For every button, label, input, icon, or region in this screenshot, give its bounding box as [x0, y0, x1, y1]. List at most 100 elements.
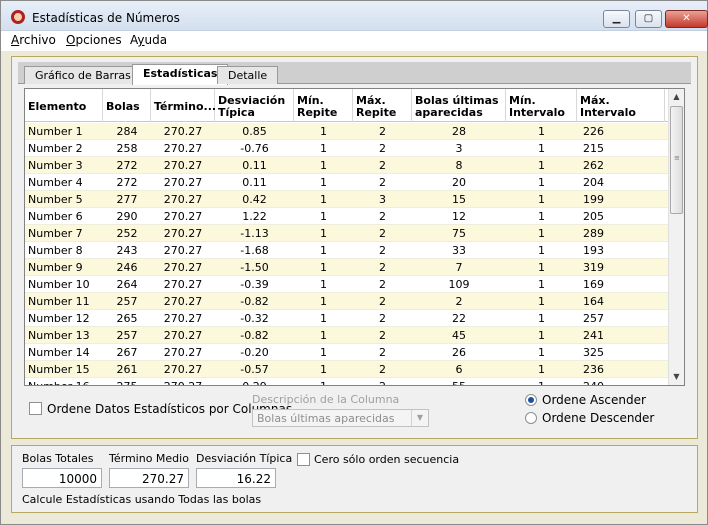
- table-row[interactable]: Number 12 265 270.27 -0.32 1 2 22 1 257: [25, 310, 669, 327]
- table-cell: 2: [379, 295, 386, 308]
- table-cell: 270.27: [163, 278, 203, 291]
- column-header[interactable]: Término...: [151, 89, 216, 122]
- sort-by-columns-checkbox[interactable]: [29, 402, 42, 415]
- column-header[interactable]: Mín. Repite: [294, 89, 353, 122]
- table-cell: 270.27: [163, 363, 203, 376]
- table-row[interactable]: Number 3 272 270.27 0.11 1 2 8 1 262: [25, 157, 669, 174]
- table-cell: 1: [320, 261, 327, 274]
- table-cell: 1: [320, 125, 327, 138]
- table-row[interactable]: Number 14 267 270.27 -0.20 1 2 26 1 325: [25, 344, 669, 361]
- zero-sequence-checkbox[interactable]: [297, 453, 310, 466]
- table-cell: 272: [116, 176, 138, 189]
- table-cell: 8: [455, 159, 463, 172]
- table-cell: 1: [538, 227, 545, 240]
- table-cell: -1.50: [240, 261, 269, 274]
- table-cell: 1: [538, 312, 545, 325]
- table-cell: 270.27: [163, 295, 203, 308]
- table-cell: 2: [379, 312, 386, 325]
- table-row[interactable]: Number 1 284 270.27 0.85 1 2 28 1 226: [25, 123, 669, 140]
- column-header[interactable]: Desviación Típica: [215, 89, 294, 122]
- scroll-down-icon[interactable]: ▼: [669, 369, 684, 385]
- table-cell: 0.29: [215, 378, 294, 385]
- menu-opciones[interactable]: Opciones: [66, 33, 122, 47]
- table-cell: 0.11: [242, 159, 267, 172]
- menu-ayuda[interactable]: Ayuda: [130, 33, 167, 47]
- table-row[interactable]: Number 15 261 270.27 -0.57 1 2 6 1 236: [25, 361, 669, 378]
- table-row[interactable]: Number 9 246 270.27 -1.50 1 2 7 1 319: [25, 259, 669, 276]
- table-cell: -0.39: [240, 278, 269, 291]
- order-ascending-radio[interactable]: [525, 394, 537, 406]
- table-row[interactable]: Number 10 264 270.27 -0.39 1 2 109 1 169: [25, 276, 669, 293]
- table-row[interactable]: Number 6 290 270.27 1.22 1 2 12 1 205: [25, 208, 669, 225]
- tab-estadisticas[interactable]: Estadísticas: [132, 64, 229, 85]
- menu-archivo[interactable]: Archivo: [11, 33, 56, 47]
- column-header[interactable]: Bolas últimas aparecidas: [412, 89, 506, 122]
- table-cell: 2: [379, 261, 386, 274]
- minimize-button[interactable]: ▁: [603, 10, 630, 28]
- table-row[interactable]: Number 4 272 270.27 0.11 1 2 20 1 204: [25, 174, 669, 191]
- total-balls-field[interactable]: 10000: [22, 468, 102, 488]
- order-descending-radio[interactable]: [525, 412, 537, 424]
- column-header[interactable]: Bolas: [103, 89, 151, 122]
- table-cell: 2: [379, 142, 386, 155]
- close-button[interactable]: ✕: [665, 10, 708, 28]
- chevron-down-icon[interactable]: ▼: [411, 410, 428, 426]
- table-cell: 236: [583, 363, 604, 376]
- table-cell: 1: [320, 244, 327, 257]
- table-cell: -0.57: [240, 363, 269, 376]
- table-cell: 2: [379, 346, 386, 359]
- table-cell: 3: [455, 142, 463, 155]
- table-cell: -0.76: [240, 142, 269, 155]
- table-cell: 1: [538, 346, 545, 359]
- total-balls-label: Bolas Totales: [22, 452, 94, 465]
- table-row[interactable]: Number 8 243 270.27 -1.68 1 2 33 1 193: [25, 242, 669, 259]
- table-cell: 1: [320, 176, 327, 189]
- table-cell: 270.27: [163, 227, 203, 240]
- vertical-scrollbar[interactable]: ▲ ≡ ▼: [668, 89, 684, 385]
- table-cell: 270.27: [163, 210, 203, 223]
- table-cell: 28: [452, 125, 466, 138]
- table-cell: 265: [116, 312, 138, 325]
- maximize-button[interactable]: ▢: [635, 10, 662, 28]
- column-header[interactable]: Elemento: [25, 89, 103, 122]
- table-cell: 193: [583, 244, 604, 257]
- tab-grafico-de-barras[interactable]: Gráfico de Barras: [24, 66, 142, 84]
- std-deviation-field[interactable]: 16.22: [196, 468, 276, 488]
- table-row[interactable]: Number 11 257 270.27 -0.82 1 2 2 1 164: [25, 293, 669, 310]
- column-header[interactable]: Mín. Intervalo: [506, 89, 577, 122]
- column-description-select[interactable]: Bolas últimas aparecidas ▼: [252, 409, 429, 427]
- table-cell: 262: [583, 159, 604, 172]
- table-cell: 75: [452, 227, 466, 240]
- table-cell: 270.27: [163, 329, 203, 342]
- column-description-label: Descripción de la Columna: [252, 393, 400, 406]
- table-row[interactable]: Number 13 257 270.27 -0.82 1 2 45 1 241: [25, 327, 669, 344]
- column-header[interactable]: Máx. Intervalo: [577, 89, 665, 122]
- table-cell: 270.27: [163, 193, 203, 206]
- table-cell: 2: [353, 378, 412, 385]
- table-cell: 1: [320, 210, 327, 223]
- scroll-up-icon[interactable]: ▲: [669, 89, 684, 105]
- scroll-thumb[interactable]: ≡: [670, 106, 683, 214]
- table-cell: 109: [448, 278, 470, 291]
- table-cell: Number 1: [28, 125, 83, 138]
- table-cell: 1: [538, 278, 545, 291]
- column-header[interactable]: Máx. Repite: [353, 89, 412, 122]
- table-cell: 2: [379, 244, 386, 257]
- table-cell: 270.27: [163, 159, 203, 172]
- table-cell: 33: [452, 244, 466, 257]
- table-cell: 1: [320, 159, 327, 172]
- table-cell: Number 3: [28, 159, 83, 172]
- table-cell: 272: [116, 159, 138, 172]
- statistics-table[interactable]: Elemento Bolas Término... Desviación Típica…: [24, 88, 685, 386]
- table-cell: Number 8: [28, 244, 83, 257]
- tab-detalle[interactable]: Detalle: [217, 66, 279, 84]
- table-row[interactable]: Number 7 252 270.27 -1.13 1 2 75 1 289: [25, 225, 669, 242]
- table-cell: 1: [506, 378, 577, 385]
- table-row[interactable]: Number 16275270.270.2912551240: [25, 378, 669, 385]
- mean-field[interactable]: 270.27: [109, 468, 189, 488]
- table-row[interactable]: Number 5 277 270.27 0.42 1 3 15 1 199: [25, 191, 669, 208]
- title-bar[interactable]: Estadísticas de Números ▁ ▢ ✕: [1, 1, 708, 31]
- table-cell: 205: [583, 210, 604, 223]
- table-cell: 3: [379, 193, 386, 206]
- table-row[interactable]: Number 2 258 270.27 -0.76 1 2 3 1 215: [25, 140, 669, 157]
